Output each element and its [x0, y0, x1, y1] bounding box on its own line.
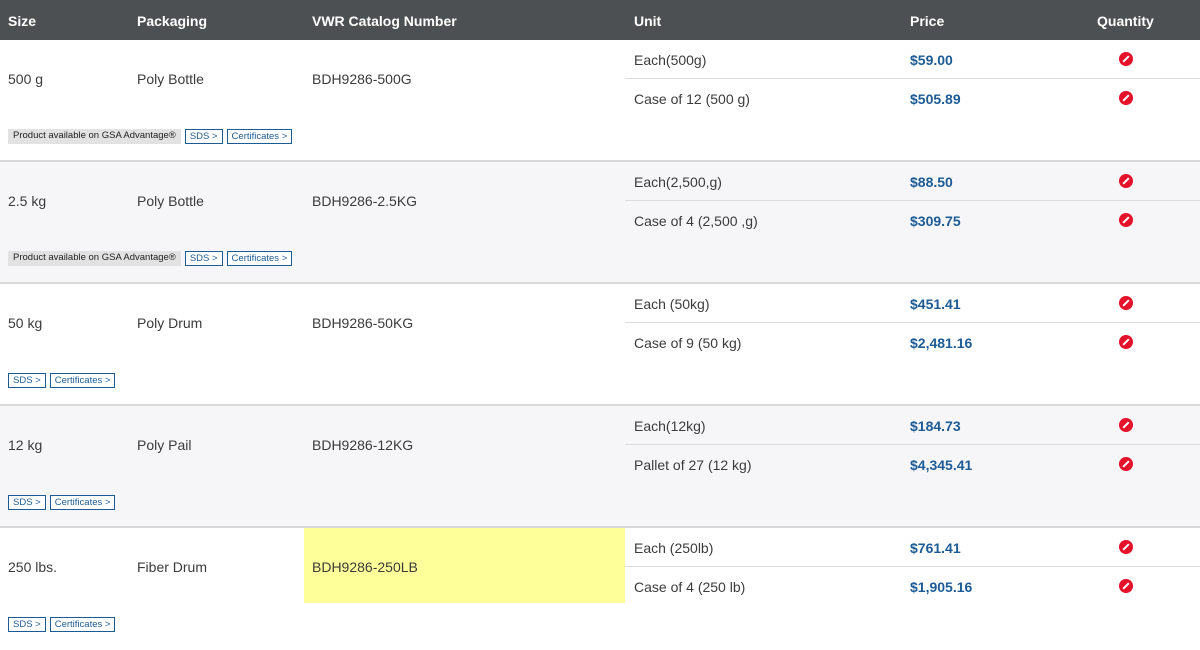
catalog-number: BDH9286-12KG: [312, 437, 414, 453]
unit-label: Case of 4 (2,500 ,g): [634, 213, 758, 229]
badge-row: Product available on GSA Advantage® SDS >…: [8, 251, 296, 266]
price-value: $451.41: [910, 296, 961, 312]
catalog-number: BDH9286-500G: [312, 71, 412, 87]
unavailable-icon: [1119, 579, 1133, 593]
unit-row: Case of 12 (500 g) $505.89: [625, 79, 1200, 117]
sds-link[interactable]: SDS >: [184, 251, 223, 266]
unavailable-icon: [1119, 418, 1133, 432]
catalog-cell: BDH9286-50KG: [304, 284, 625, 359]
unit-row: Each(500g) $59.00: [625, 40, 1200, 79]
unavailable-icon: [1119, 91, 1133, 105]
header-size: Size: [8, 13, 37, 29]
price-value: $88.50: [910, 174, 953, 190]
price-value: $59.00: [910, 52, 953, 68]
price-value: $2,481.16: [910, 335, 973, 351]
catalog-cell: BDH9286-12KG: [304, 406, 625, 481]
size-cell: 2.5 kg: [8, 193, 47, 209]
unit-label: Each(12kg): [634, 418, 706, 434]
badge-row: Product available on GSA Advantage® SDS >…: [8, 129, 296, 144]
unit-label: Pallet of 27 (12 kg): [634, 457, 752, 473]
price-value: $309.75: [910, 213, 961, 229]
product-row: 50 kg Poly Drum BDH9286-50KG Each (50kg)…: [0, 284, 1200, 406]
sds-link[interactable]: SDS >: [8, 495, 46, 510]
product-row: 500 g Poly Bottle BDH9286-500G Each(500g…: [0, 40, 1200, 162]
header-packaging: Packaging: [137, 13, 208, 29]
size-cell: 50 kg: [8, 315, 43, 331]
catalog-cell: BDH9286-2.5KG: [304, 162, 625, 237]
gsa-badge: Product available on GSA Advantage®: [8, 251, 181, 266]
product-row: 2.5 kg Poly Bottle BDH9286-2.5KG Each(2,…: [0, 162, 1200, 284]
size-cell: 250 lbs.: [8, 559, 58, 575]
unit-label: Each (250lb): [634, 540, 714, 556]
unit-label: Each (50kg): [634, 296, 710, 312]
certificates-link[interactable]: Certificates >: [49, 617, 116, 632]
catalog-cell: BDH9286-500G: [304, 40, 625, 115]
catalog-number: BDH9286-250LB: [312, 559, 418, 575]
unavailable-icon: [1119, 296, 1133, 310]
price-value: $761.41: [910, 540, 961, 556]
header-catalog-number: VWR Catalog Number: [312, 13, 457, 29]
catalog-cell-highlighted: BDH9286-250LB: [304, 528, 625, 603]
packaging-cell: Poly Bottle: [137, 193, 204, 209]
product-row: 12 kg Poly Pail BDH9286-12KG Each(12kg) …: [0, 406, 1200, 528]
packaging-cell: Poly Drum: [137, 315, 203, 331]
unit-row: Each (50kg) $451.41: [625, 284, 1200, 323]
size-cell: 12 kg: [8, 437, 43, 453]
table-header: Size Packaging VWR Catalog Number Unit P…: [0, 0, 1200, 40]
certificates-link[interactable]: Certificates >: [49, 373, 116, 388]
unavailable-icon: [1119, 52, 1133, 66]
packaging-cell: Poly Pail: [137, 437, 192, 453]
size-cell: 500 g: [8, 71, 44, 87]
gsa-badge: Product available on GSA Advantage®: [8, 129, 181, 144]
unit-row: Case of 4 (250 lb) $1,905.16: [625, 567, 1200, 605]
sds-link[interactable]: SDS >: [8, 617, 46, 632]
certificates-link[interactable]: Certificates >: [226, 251, 293, 266]
catalog-number: BDH9286-2.5KG: [312, 193, 418, 209]
unit-label: Each(500g): [634, 52, 707, 68]
unit-row: Each(2,500,g) $88.50: [625, 162, 1200, 201]
unavailable-icon: [1119, 540, 1133, 554]
catalog-number: BDH9286-50KG: [312, 315, 414, 331]
unit-row: Pallet of 27 (12 kg) $4,345.41: [625, 445, 1200, 483]
price-value: $184.73: [910, 418, 961, 434]
unavailable-icon: [1119, 213, 1133, 227]
unit-row: Each(12kg) $184.73: [625, 406, 1200, 445]
unavailable-icon: [1119, 174, 1133, 188]
header-unit: Unit: [634, 13, 662, 29]
unit-label: Case of 9 (50 kg): [634, 335, 742, 351]
price-value: $505.89: [910, 91, 961, 107]
price-value: $1,905.16: [910, 579, 973, 595]
unit-label: Each(2,500,g): [634, 174, 722, 190]
sds-link[interactable]: SDS >: [8, 373, 46, 388]
unit-row: Case of 4 (2,500 ,g) $309.75: [625, 201, 1200, 239]
badge-row: SDS > Certificates >: [8, 495, 119, 510]
unavailable-icon: [1119, 335, 1133, 349]
header-quantity: Quantity: [1097, 13, 1154, 29]
sds-link[interactable]: SDS >: [184, 129, 223, 144]
unit-row: Each (250lb) $761.41: [625, 528, 1200, 567]
badge-row: SDS > Certificates >: [8, 373, 119, 388]
certificates-link[interactable]: Certificates >: [49, 495, 116, 510]
unit-row: Case of 9 (50 kg) $2,481.16: [625, 323, 1200, 361]
header-price: Price: [910, 13, 945, 29]
certificates-link[interactable]: Certificates >: [226, 129, 293, 144]
packaging-cell: Poly Bottle: [137, 71, 204, 87]
price-value: $4,345.41: [910, 457, 973, 473]
unit-label: Case of 4 (250 lb): [634, 579, 746, 595]
packaging-cell: Fiber Drum: [137, 559, 208, 575]
unit-label: Case of 12 (500 g): [634, 91, 750, 107]
unavailable-icon: [1119, 457, 1133, 471]
badge-row: SDS > Certificates >: [8, 617, 119, 632]
